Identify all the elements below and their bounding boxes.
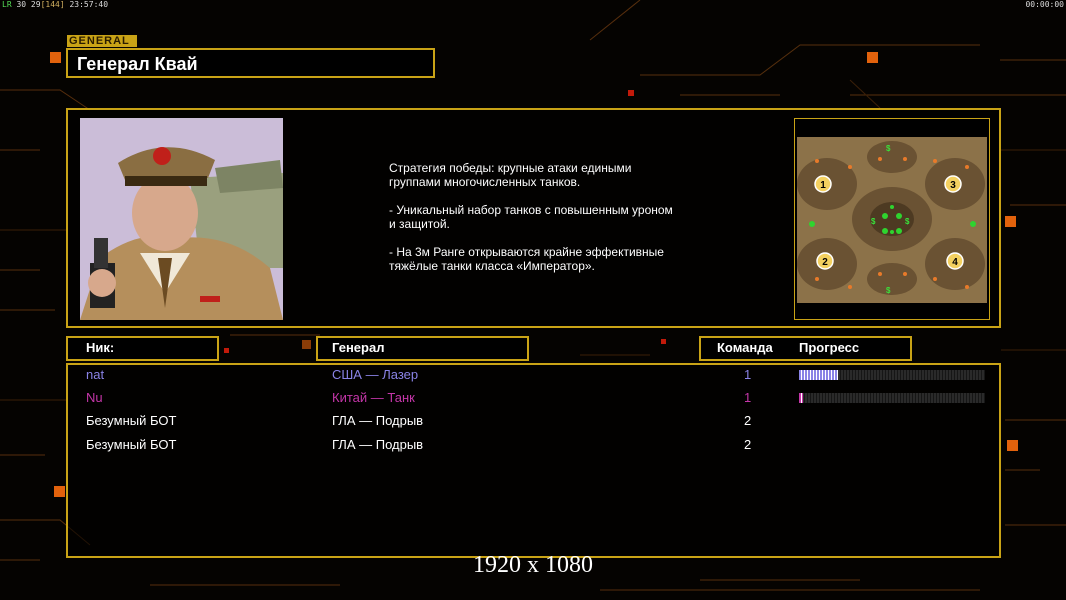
deco-square — [224, 348, 229, 353]
fps-bracket: [144] — [40, 0, 65, 9]
strategy-line-3: - На 3м Ранге открываются крайне эффекти… — [389, 245, 664, 273]
deco-square — [628, 90, 634, 96]
map-money-marker: $ — [905, 217, 910, 226]
map-slot-3: 3 — [950, 180, 956, 191]
header-team-progress: Команда Прогресс — [699, 336, 912, 361]
progress-fill — [799, 370, 839, 380]
player-general: США — Лазер — [332, 367, 419, 382]
deco-square — [302, 340, 311, 349]
player-general: ГЛА — Подрыв — [332, 413, 424, 428]
header-general: Генерал — [316, 336, 529, 361]
general-portrait — [80, 118, 283, 320]
fps-values: 30 29 — [16, 0, 41, 9]
map-money-marker: $ — [886, 286, 891, 295]
player-general: ГЛА — Подрыв — [332, 437, 424, 452]
strategy-line-1: Стратегия победы: крупные атаки едиными … — [389, 161, 632, 189]
game-timer: 00:00:00 — [1025, 0, 1064, 9]
header-nick: Ник: — [66, 336, 219, 361]
general-portrait-image — [80, 118, 283, 320]
progress-fill — [799, 393, 803, 403]
map-money-marker: $ — [871, 217, 876, 226]
player-general: Китай — Танк — [332, 390, 415, 405]
player-row: nat США — Лазер 1 — [0, 367, 1066, 387]
general-name: Генерал Квай — [66, 48, 435, 78]
player-nick: Безумный БОТ — [86, 437, 177, 452]
player-nick: nat — [86, 367, 105, 382]
player-row: Nu Китай — Танк 1 — [0, 390, 1066, 410]
fps-counter: LR 30 29[144] 23:57:40 — [2, 0, 108, 9]
deco-square — [867, 52, 878, 63]
header-team: Команда — [717, 340, 773, 355]
progress-bar — [799, 393, 985, 403]
progress-bar — [799, 370, 985, 380]
player-nick: Безумный БОТ — [86, 413, 177, 428]
map-slot-2: 2 — [822, 257, 828, 268]
clock: 23:57:40 — [69, 0, 109, 9]
general-tag: GENERAL — [67, 35, 137, 47]
map-preview-image: $ $ $ $ 1 2 3 4 — [795, 119, 989, 319]
player-team: 2 — [744, 413, 752, 428]
player-row: Безумный БОТ ГЛА — Подрыв 2 — [0, 437, 1066, 457]
header-progress: Прогресс — [799, 340, 860, 355]
deco-square — [661, 339, 666, 344]
map-money-marker: $ — [886, 144, 891, 153]
player-team: 2 — [744, 437, 752, 452]
fps-label: LR — [2, 0, 12, 9]
strategy-line-2: - Уникальный набор танков с повышенным у… — [389, 203, 673, 231]
player-nick: Nu — [86, 390, 103, 405]
map-slot-4: 4 — [952, 257, 958, 268]
resolution-label: 1920 x 1080 — [473, 552, 593, 578]
deco-square — [54, 486, 65, 497]
deco-square — [50, 52, 61, 63]
player-team: 1 — [744, 367, 752, 382]
strategy-description: Стратегия победы: крупные атаки едиными … — [389, 161, 719, 287]
deco-square — [1005, 216, 1016, 227]
map-preview: $ $ $ $ 1 2 3 4 — [794, 118, 990, 320]
player-team: 1 — [744, 390, 752, 405]
map-slot-1: 1 — [820, 180, 826, 191]
player-row: Безумный БОТ ГЛА — Подрыв 2 — [0, 413, 1066, 433]
